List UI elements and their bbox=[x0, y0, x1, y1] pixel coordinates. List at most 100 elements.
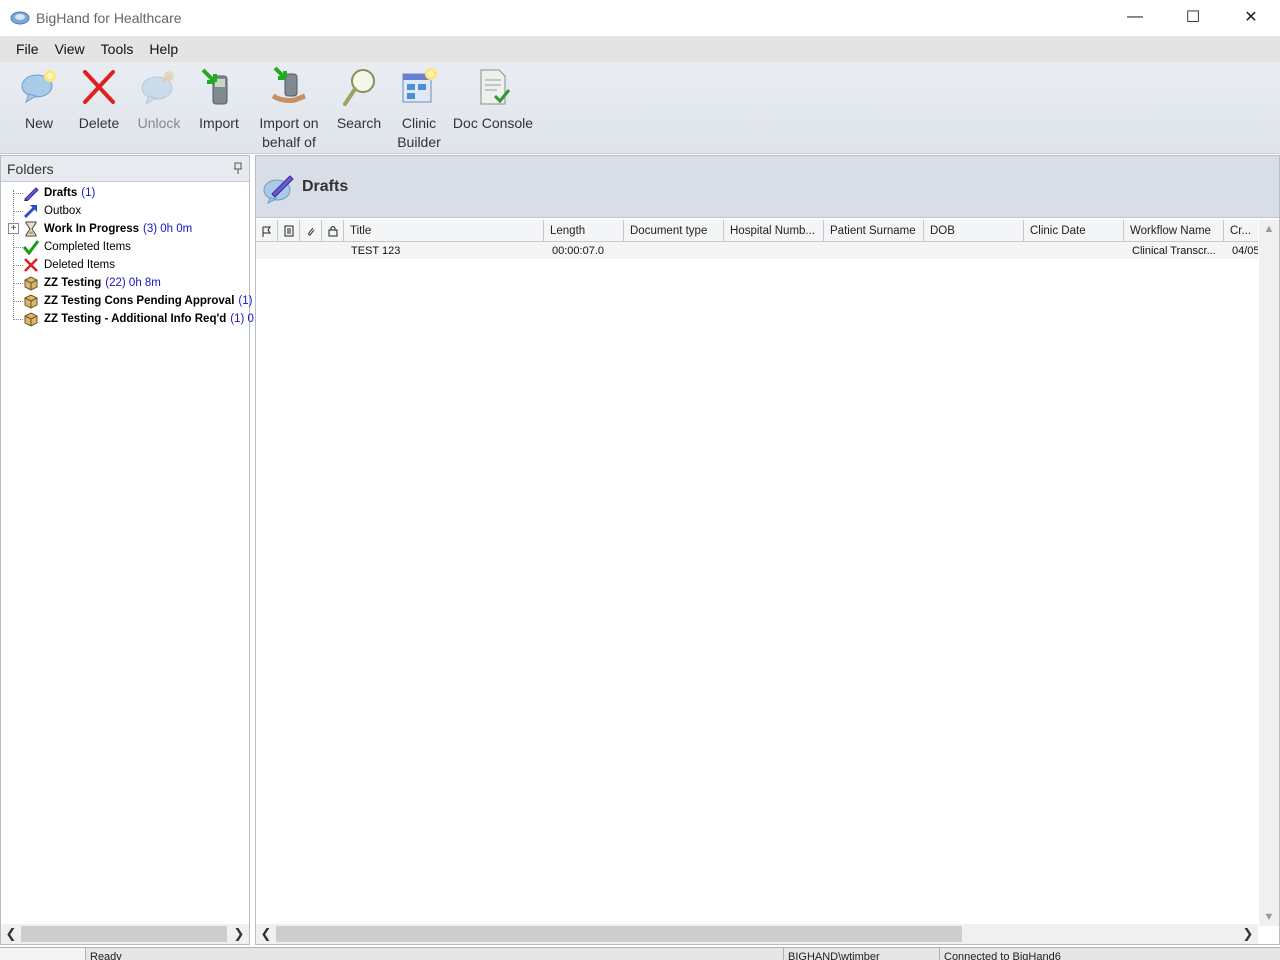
checkmark-icon bbox=[23, 240, 39, 255]
folder-name: Deleted Items bbox=[44, 259, 115, 271]
tree-connector bbox=[13, 193, 23, 194]
column-lock[interactable] bbox=[322, 220, 344, 242]
tree-connector bbox=[13, 247, 23, 248]
folder-deleted-items[interactable]: Deleted Items bbox=[1, 256, 249, 274]
scroll-left-arrow-icon[interactable]: ❮ bbox=[256, 924, 276, 944]
lock-icon bbox=[328, 226, 337, 237]
folders-horizontal-scrollbar[interactable]: ❮ ❯ bbox=[1, 924, 249, 944]
import-button[interactable]: Import bbox=[188, 62, 250, 153]
folder-name: Completed Items bbox=[44, 241, 131, 253]
grid-header: Title Length Document type Hospital Numb… bbox=[256, 220, 1258, 242]
bighand-logo-icon bbox=[10, 11, 30, 25]
column-workflow-name[interactable]: Workflow Name bbox=[1124, 220, 1224, 242]
drafts-pen-icon bbox=[24, 187, 39, 201]
column-title[interactable]: Title bbox=[344, 220, 544, 242]
folder-zz-testing-cons-pending[interactable]: ZZ Testing Cons Pending Approval (1) 0 bbox=[1, 292, 262, 310]
folder-drafts[interactable]: Drafts (1) bbox=[1, 184, 249, 202]
expand-toggle[interactable]: + bbox=[8, 223, 19, 234]
doc-console-button[interactable]: Doc Console bbox=[448, 62, 538, 153]
column-document-type[interactable]: Document type bbox=[624, 220, 724, 242]
import-behalf-icon bbox=[271, 66, 306, 103]
new-button[interactable]: New bbox=[10, 62, 68, 153]
status-indicator bbox=[0, 948, 86, 960]
folder-name: ZZ Testing - Additional Info Req'd bbox=[44, 313, 227, 325]
menu-help[interactable]: Help bbox=[141, 41, 186, 57]
column-attachment[interactable] bbox=[300, 220, 322, 242]
column-dob[interactable]: DOB bbox=[924, 220, 1024, 242]
unlock-button[interactable]: Unlock bbox=[130, 62, 188, 153]
cell-title: TEST 123 bbox=[351, 244, 401, 257]
column-created[interactable]: Cr... bbox=[1224, 220, 1258, 242]
deleted-x-icon bbox=[24, 258, 38, 272]
folder-work-in-progress[interactable]: + Work In Progress (3) 0h 0m bbox=[1, 220, 249, 238]
column-clinic-date[interactable]: Clinic Date bbox=[1024, 220, 1124, 242]
close-button[interactable]: ✕ bbox=[1222, 0, 1280, 34]
folders-pane: Folders Drafts (1) Outbox + Work In Prog… bbox=[0, 155, 262, 945]
menu-tools[interactable]: Tools bbox=[93, 41, 142, 57]
folder-completed-items[interactable]: Completed Items bbox=[1, 238, 249, 256]
drafts-content-pane: Drafts Title Length Document type Hospit… bbox=[255, 155, 1280, 945]
outbox-arrow-icon bbox=[23, 205, 37, 219]
folder-name: ZZ Testing Cons Pending Approval bbox=[44, 295, 235, 307]
toolbar: New Delete Unlock Import Import on behal… bbox=[0, 62, 1280, 154]
tree-connector bbox=[13, 319, 23, 320]
folder-zz-testing-additional-info[interactable]: ZZ Testing - Additional Info Req'd (1) 0 bbox=[1, 310, 254, 328]
scroll-right-arrow-icon[interactable]: ❯ bbox=[1238, 924, 1258, 944]
cell-created: 04/05 bbox=[1232, 244, 1258, 257]
scroll-thumb[interactable] bbox=[21, 926, 227, 942]
folder-name: Outbox bbox=[44, 205, 82, 217]
title-bar: BigHand for Healthcare — ☐ ✕ bbox=[0, 0, 1280, 36]
folders-header: Folders bbox=[1, 156, 249, 182]
scroll-thumb[interactable] bbox=[276, 926, 962, 942]
box-icon bbox=[24, 276, 38, 291]
cell-workflow-name: Clinical Transcr... bbox=[1132, 244, 1216, 257]
import-on-behalf-button-label: Import on behalf of bbox=[259, 115, 319, 150]
window-controls: — ☐ ✕ bbox=[1106, 0, 1280, 36]
scroll-track[interactable] bbox=[276, 926, 1238, 942]
menu-file[interactable]: File bbox=[8, 41, 47, 57]
scroll-left-arrow-icon[interactable]: ❮ bbox=[1, 924, 21, 944]
folder-name: Drafts bbox=[44, 187, 78, 199]
cell-length: 00:00:07.0 bbox=[552, 244, 604, 257]
import-on-behalf-button[interactable]: Import on behalf of bbox=[250, 62, 328, 153]
column-patient-surname[interactable]: Patient Surname bbox=[824, 220, 924, 242]
column-hospital-number[interactable]: Hospital Numb... bbox=[724, 220, 824, 242]
grid-horizontal-scrollbar[interactable]: ❮ ❯ bbox=[256, 924, 1258, 944]
scroll-down-arrow-icon[interactable]: ▼ bbox=[1259, 908, 1279, 926]
content-title: Drafts bbox=[302, 177, 349, 195]
unlock-button-label: Unlock bbox=[137, 115, 181, 131]
pin-icon[interactable] bbox=[233, 162, 243, 174]
tree-connector bbox=[13, 301, 23, 302]
minimize-button[interactable]: — bbox=[1106, 0, 1164, 34]
hourglass-icon bbox=[25, 221, 37, 237]
search-button[interactable]: Search bbox=[328, 62, 390, 153]
folder-zz-testing[interactable]: ZZ Testing (22) 0h 8m bbox=[1, 274, 249, 292]
column-length[interactable]: Length bbox=[544, 220, 624, 242]
menu-view[interactable]: View bbox=[47, 41, 93, 57]
search-button-label: Search bbox=[336, 115, 382, 131]
search-icon bbox=[343, 69, 375, 106]
folder-name: Work In Progress bbox=[44, 223, 140, 235]
column-flag[interactable] bbox=[256, 220, 278, 242]
drafts-header-icon bbox=[263, 174, 294, 204]
clinic-builder-button[interactable]: Clinic Builder bbox=[390, 62, 448, 153]
scroll-right-arrow-icon[interactable]: ❯ bbox=[229, 924, 249, 944]
delete-button-label: Delete bbox=[78, 115, 120, 131]
folder-count: (22) 0h 8m bbox=[105, 277, 161, 289]
unlock-icon bbox=[141, 71, 174, 106]
scroll-track[interactable] bbox=[21, 926, 229, 942]
folder-outbox[interactable]: Outbox bbox=[1, 202, 249, 220]
folder-count: (1) 0 bbox=[230, 313, 254, 325]
maximize-button[interactable]: ☐ bbox=[1164, 0, 1222, 34]
clinic-builder-icon bbox=[402, 68, 437, 103]
grid-vertical-scrollbar[interactable]: ▲ ▼ bbox=[1259, 220, 1279, 926]
table-row[interactable]: TEST 123 00:00:07.0 Clinical Transcr... … bbox=[256, 242, 1258, 259]
folder-count: (1) bbox=[81, 187, 96, 199]
delete-button[interactable]: Delete bbox=[68, 62, 130, 153]
status-user: BIGHAND\wtimber bbox=[784, 948, 940, 960]
status-text: Ready bbox=[86, 948, 784, 960]
folder-name: ZZ Testing bbox=[44, 277, 102, 289]
scroll-up-arrow-icon[interactable]: ▲ bbox=[1259, 220, 1279, 238]
column-document[interactable] bbox=[278, 220, 300, 242]
paperclip-icon bbox=[307, 227, 314, 236]
